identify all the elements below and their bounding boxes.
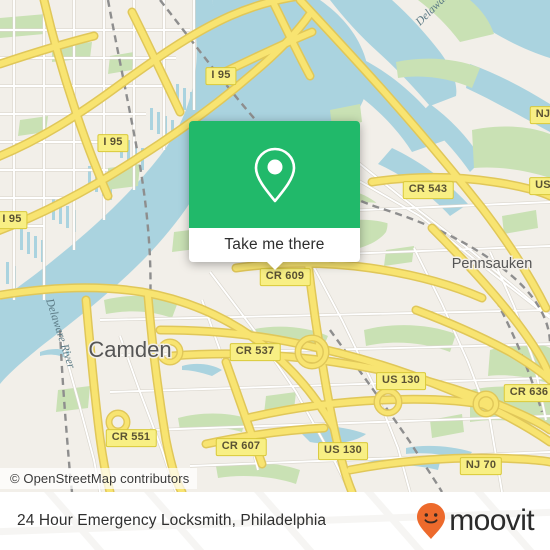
road-shield: I 95 <box>205 67 237 85</box>
road-shield: US <box>529 177 550 195</box>
popup-tail <box>265 261 284 270</box>
moovit-wordmark: moovit <box>449 504 534 537</box>
road-shield: CR 551 <box>105 429 157 447</box>
popup-marker-panel <box>189 121 360 228</box>
road-shield: CR 609 <box>259 268 311 286</box>
page-title: 24 Hour Emergency Locksmith, Philadelphi… <box>17 512 327 529</box>
road-shield: US 130 <box>376 372 426 390</box>
osm-attribution[interactable]: © OpenStreetMap contributors <box>0 468 198 489</box>
moovit-pin-smile-icon <box>417 503 446 539</box>
road-shield: CR 607 <box>215 438 267 456</box>
road-shield: NJ 70 <box>459 457 503 475</box>
footer-bar: 24 Hour Emergency Locksmith, Philadelphi… <box>0 492 550 550</box>
road-shield: CR 537 <box>229 343 281 361</box>
take-me-there-popup[interactable]: Take me there <box>189 121 360 270</box>
road-shield: US 130 <box>318 442 368 460</box>
moovit-logo[interactable]: moovit <box>416 502 535 540</box>
map-screenshot: Delaware River Delaware River Camden Pen… <box>0 0 550 550</box>
road-shield: NJ <box>529 106 550 124</box>
map-pin-icon <box>254 147 295 202</box>
road-shield: I 95 <box>0 211 28 229</box>
road-shield: I 95 <box>97 134 129 152</box>
road-shield: CR 636 <box>503 384 550 402</box>
take-me-there-label: Take me there <box>224 236 325 253</box>
popup-action-bar[interactable]: Take me there <box>189 228 360 270</box>
road-shield: CR 543 <box>402 181 454 199</box>
